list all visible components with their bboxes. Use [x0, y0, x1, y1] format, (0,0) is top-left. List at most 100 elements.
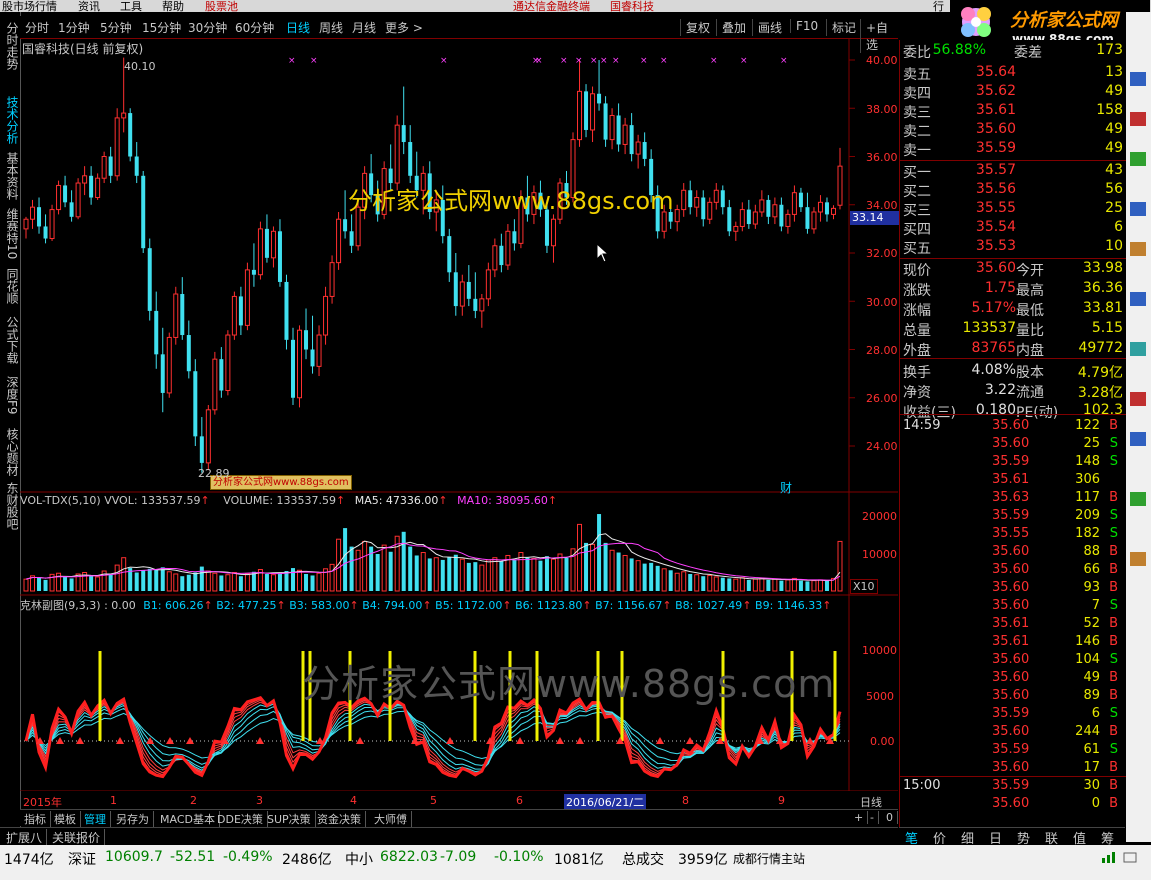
tab-template[interactable]: 模板 [50, 811, 81, 827]
vol-indicator-name[interactable]: VOL-TDX(5,10) [20, 494, 101, 507]
zx-percent: -0.10% [494, 849, 544, 865]
volume-bar-down [473, 562, 478, 591]
candle-body-down [180, 294, 185, 336]
kl-arrow-marker [556, 737, 564, 744]
candle-body-down [616, 115, 621, 145]
period-5min[interactable]: 5分钟 [100, 19, 132, 36]
candle-body-down [43, 226, 48, 239]
volume-bar-up [225, 574, 231, 592]
stat-row: 总量 133537 量比 5.15 [903, 320, 1123, 339]
price-axis-label: 34.00 [866, 199, 898, 212]
volume-bar-down [544, 556, 549, 591]
tab-master[interactable]: 大师傅 [370, 811, 412, 827]
tab-dde[interactable]: DDE决策 [213, 811, 268, 827]
tab-macd[interactable]: MACD基本 [156, 811, 220, 827]
volume-bar-down [43, 579, 48, 591]
candle-body-up [329, 262, 335, 297]
candle-body-down [499, 245, 504, 266]
candle-body-up [257, 228, 263, 276]
tab-manage[interactable]: 管理 [80, 811, 111, 827]
volume-bar-down [199, 566, 204, 591]
candle-body-up [297, 329, 303, 399]
signal-marker: × [740, 56, 748, 66]
zx-label: 中小 [345, 852, 373, 868]
tab-sup[interactable]: SUP决策 [263, 811, 316, 827]
volume-bar-down [727, 578, 732, 591]
menu-more[interactable]: 行 [933, 0, 944, 12]
sz-percent: -0.49% [223, 849, 273, 865]
volume-bar-down [69, 578, 74, 591]
candle-body-down [720, 190, 725, 208]
period-60min[interactable]: 60分钟 [235, 19, 274, 36]
app-icon [1130, 292, 1146, 306]
vtab-core-theme[interactable]: 核心题材 [2, 428, 19, 476]
vtab-intraday[interactable]: 分时走势 [2, 22, 19, 70]
period-more[interactable]: 更多 > [385, 19, 423, 36]
candle-body-down [746, 209, 751, 225]
volume-bar-up [173, 573, 179, 592]
period-1min[interactable]: 1分钟 [58, 19, 90, 36]
volume-bar-down [290, 568, 295, 591]
vtab-tonghuashun[interactable]: 同花顺 [2, 268, 19, 304]
tick-row: 35.60 122 B [992, 418, 1118, 433]
sz-amount: 2486亿 [282, 852, 332, 868]
tab-related-quote[interactable]: 关联报价 [48, 829, 106, 846]
volume-bar-up [785, 579, 791, 592]
volume-bar-down [147, 568, 152, 591]
total-label: 总成交 [622, 852, 664, 868]
tab-extension[interactable]: 扩展八 [2, 829, 48, 846]
menu-market[interactable]: 股市场行情 [2, 0, 57, 12]
zoom-out-button[interactable]: - [866, 811, 879, 824]
candle-body-up [166, 336, 172, 394]
vtab-fundamental[interactable]: 基本资料 [2, 152, 19, 200]
tab-indicator[interactable]: 指标 [20, 811, 51, 827]
tab-save-as[interactable]: 另存为 [112, 811, 154, 827]
draw-line-button[interactable]: 画线 [752, 19, 782, 36]
volume-bar-down [655, 565, 660, 591]
restore-rights-button[interactable]: 复权 [680, 19, 710, 36]
volume-bar-up [212, 572, 218, 592]
f10-button[interactable]: F10 [790, 19, 818, 33]
period-daily[interactable]: 日线 [286, 19, 310, 36]
menu-news[interactable]: 资讯 [78, 0, 100, 12]
window-stock-name: 国睿科技 [610, 0, 654, 12]
period-intraday[interactable]: 分时 [25, 19, 49, 36]
vtab-formula-download[interactable]: 公式下载 [2, 316, 19, 364]
volume-bar-up [420, 552, 426, 592]
date-tick: 9 [778, 794, 785, 807]
period-weekly[interactable]: 周线 [319, 19, 343, 36]
extension-bar: 扩展八 关联报价 [0, 827, 898, 846]
date-axis: 2015年 1 2 3 4 5 6 2016/06/21/二 8 9 日线 [20, 794, 898, 810]
volume-bar-up [485, 559, 491, 592]
candle-body-up [30, 206, 36, 220]
vtab-technical[interactable]: 技术分析 [2, 96, 19, 144]
finance-marker[interactable]: 财 [780, 479, 792, 496]
menu-stockpool[interactable]: 股票池 [205, 0, 238, 12]
overlay-button[interactable]: 叠加 [716, 19, 746, 36]
vtab-eastmoney-forum[interactable]: 东财股吧 [2, 482, 19, 530]
volume-bar-up [244, 573, 250, 592]
period-monthly[interactable]: 月线 [352, 19, 376, 36]
quote-panel: 委比 56.88% 委差 173 卖五 35.64 13 卖四 35.62 49 卖三 35.61 15… [899, 40, 1126, 830]
kl-indicator-name[interactable]: 克林副图(9,3,3) [20, 599, 101, 612]
volume-header: VOL-TDX(5,10) VVOL: 133537.59↑ VOLUME: 1… [20, 494, 558, 507]
tab-fund[interactable]: 资金决策 [313, 811, 366, 827]
zx-index: 6822.03 [380, 849, 438, 865]
menu-tools[interactable]: 工具 [120, 0, 142, 12]
mark-button[interactable]: 标记 [826, 19, 856, 36]
app-icon [1130, 552, 1146, 566]
candle-body-up [635, 141, 641, 155]
watermark-main: 分析家公式网www.88gs.com [348, 187, 674, 215]
menu-help[interactable]: 帮助 [162, 0, 184, 12]
chart-area[interactable]: × × × × × × × × × × × × × × × 国睿科技(日线 前复权) 分析家公式网www.8… [20, 39, 900, 810]
kl-b7: B7: 1156.67 [595, 599, 663, 612]
period-30min[interactable]: 30分钟 [188, 19, 227, 36]
vtab-weisaite[interactable]: 维赛特10 [2, 208, 19, 259]
kl-arrow-marker [656, 737, 664, 744]
candle-body-down [453, 272, 458, 307]
volume-bar-up [694, 574, 700, 592]
vtab-depth-f9[interactable]: 深度F9 [2, 376, 19, 415]
zoom-reset-button[interactable]: 0 [882, 811, 898, 824]
server-station[interactable]: 成都行情主站 [733, 850, 805, 867]
period-15min[interactable]: 15分钟 [142, 19, 181, 36]
